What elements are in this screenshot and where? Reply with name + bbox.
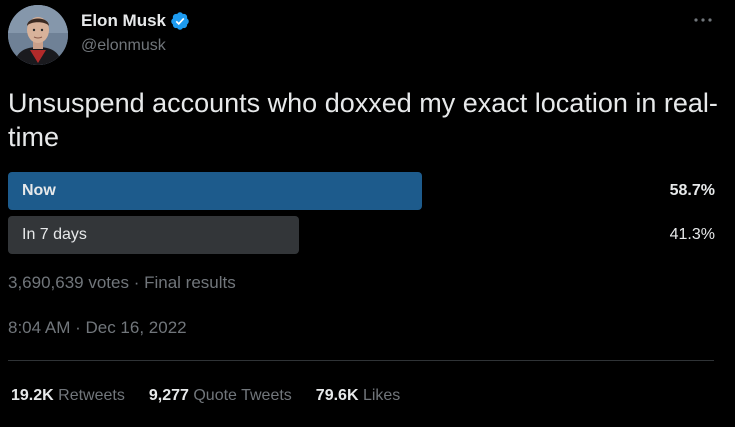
author-name-row: Elon Musk xyxy=(81,11,190,31)
more-options-button[interactable] xyxy=(690,10,716,30)
tweet-text: Unsuspend accounts who doxxed my exact l… xyxy=(8,88,718,152)
poll-option-percent: 58.7% xyxy=(669,182,715,199)
engagement-stats: 19.2K Retweets 9,277 Quote Tweets 79.6K … xyxy=(11,386,400,406)
quote-tweets-count: 9,277 xyxy=(148,387,189,404)
poll-option-label: In 7 days xyxy=(22,226,87,243)
author-handle[interactable]: @elonmusk xyxy=(81,36,166,56)
verified-badge-icon xyxy=(170,11,190,31)
poll-option-now: Now 58.7% xyxy=(8,172,715,210)
poll-option-percent: 41.3% xyxy=(669,226,715,243)
poll-option-in-7-days: In 7 days 41.3% xyxy=(8,216,715,254)
retweets-stat[interactable]: 19.2K Retweets xyxy=(11,386,125,406)
tweet: Elon Musk @elonmusk Unsuspend accounts w… xyxy=(0,0,735,427)
more-horizontal-icon xyxy=(694,18,712,22)
poll-option-label: Now xyxy=(22,182,56,199)
quote-tweets-stat[interactable]: 9,277 Quote Tweets xyxy=(149,386,292,406)
divider xyxy=(8,360,714,361)
tweet-timestamp[interactable]: 8:04 AM · Dec 16, 2022 xyxy=(8,318,187,338)
likes-stat[interactable]: 79.6K Likes xyxy=(316,386,401,406)
poll-vote-summary: 3,690,639 votes · Final results xyxy=(8,273,236,292)
poll-result-bar xyxy=(8,172,422,210)
retweets-count: 19.2K xyxy=(11,387,54,404)
retweets-label: Retweets xyxy=(58,387,125,404)
avatar[interactable] xyxy=(8,5,68,65)
likes-label: Likes xyxy=(362,387,401,404)
quote-tweets-label: Quote Tweets xyxy=(193,387,292,404)
author-display-name[interactable]: Elon Musk xyxy=(81,11,166,31)
likes-count: 79.6K xyxy=(315,387,359,404)
